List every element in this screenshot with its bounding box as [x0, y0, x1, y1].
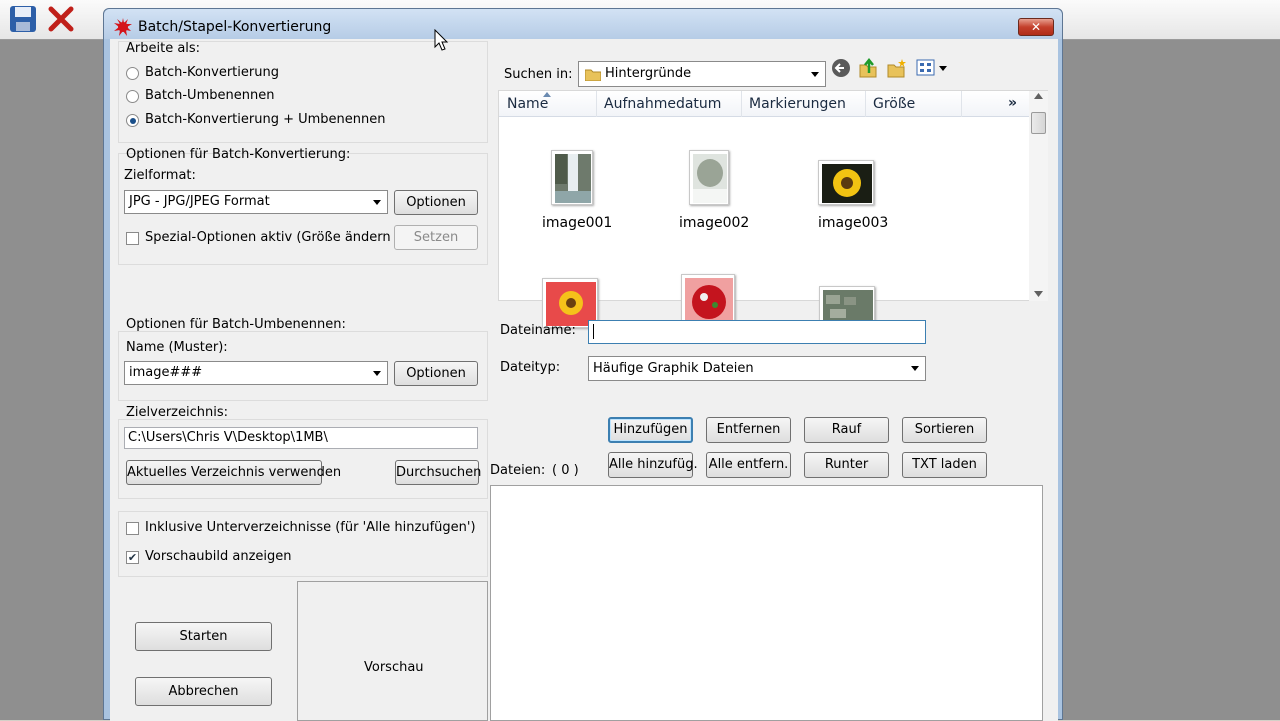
files-label: Dateien: — [490, 463, 546, 478]
chevron-down-icon — [911, 366, 919, 371]
column-header-row: Name Aufnahmedatum Markierungen Größe » — [499, 91, 1029, 117]
filename-label: Dateiname: — [500, 323, 576, 338]
remove-all-button[interactable]: Alle entfern. — [706, 452, 791, 478]
scroll-down-icon[interactable] — [1034, 291, 1043, 297]
column-tags[interactable]: Markierungen — [749, 96, 846, 112]
batch-conversion-dialog: Batch/Stapel-Konvertierung ✕ Arbeite als… — [103, 8, 1063, 721]
radio-batch-conversion[interactable] — [126, 67, 139, 80]
radio-batch-rename-label[interactable]: Batch-Umbenennen — [145, 88, 274, 103]
scroll-thumb[interactable] — [1031, 112, 1046, 134]
back-icon[interactable] — [831, 58, 851, 78]
file-name: image003 — [818, 215, 889, 231]
dialog-title: Batch/Stapel-Konvertierung — [138, 19, 332, 35]
file-name: image001 — [542, 215, 613, 231]
file-item[interactable]: image003 — [815, 147, 888, 231]
cancel-button[interactable]: Abbrechen — [135, 677, 272, 706]
column-capture-date[interactable]: Aufnahmedatum — [604, 96, 721, 112]
set-button[interactable]: Setzen — [394, 225, 478, 250]
file-item[interactable] — [677, 271, 745, 328]
add-all-button[interactable]: Alle hinzufüg. — [608, 452, 698, 478]
move-down-button[interactable]: Runter — [804, 452, 889, 478]
look-in-label: Suchen in: — [504, 67, 573, 82]
view-menu-icon[interactable] — [916, 58, 948, 78]
new-folder-icon[interactable] — [886, 57, 908, 79]
add-button[interactable]: Hinzufügen — [608, 417, 693, 443]
chevron-down-icon — [811, 72, 819, 77]
column-size[interactable]: Größe — [873, 96, 915, 112]
include-subdirectories-label[interactable]: Inklusive Unterverzeichnisse (für 'Alle … — [145, 520, 476, 535]
file-item[interactable]: image001 — [539, 147, 612, 231]
files-count: ( 0 ) — [552, 463, 579, 478]
radio-batch-rename[interactable] — [126, 90, 139, 103]
waterfall-thumbnail — [551, 150, 593, 205]
chevron-down-icon — [373, 200, 381, 205]
up-folder-icon[interactable] — [858, 57, 878, 79]
file-list-view[interactable]: Name Aufnahmedatum Markierungen Größe » … — [498, 90, 1048, 328]
close-button[interactable]: ✕ — [1018, 18, 1054, 36]
app-splash-icon — [114, 18, 132, 36]
background-app-area — [0, 40, 103, 720]
file-item[interactable] — [539, 275, 607, 328]
rename-options-button[interactable]: Optionen — [394, 361, 478, 386]
name-pattern-value: image### — [129, 365, 203, 380]
radio-conversion-and-rename-label[interactable]: Batch-Konvertierung + Umbenennen — [145, 112, 386, 127]
file-list-scrollbar[interactable] — [1029, 91, 1048, 301]
save-icon[interactable] — [8, 4, 38, 34]
filetype-select[interactable]: Häufige Graphik Dateien — [588, 356, 926, 381]
sunflower-thumbnail — [818, 160, 874, 205]
work-mode-label: Arbeite als: — [126, 41, 201, 56]
use-current-directory-button[interactable]: Aktuelles Verzeichnis verwenden — [126, 460, 341, 485]
load-txt-button[interactable]: TXT laden — [902, 452, 987, 478]
filetype-value: Häufige Graphik Dateien — [593, 361, 754, 376]
file-item[interactable]: image002 — [677, 147, 749, 231]
filename-input[interactable] — [588, 320, 926, 344]
filetype-label: Dateityp: — [500, 360, 561, 375]
target-format-select[interactable]: JPG - JPG/JPEG Format — [124, 190, 388, 214]
special-options-checkbox[interactable] — [126, 232, 139, 245]
radio-batch-conversion-label[interactable]: Batch-Konvertierung — [145, 65, 279, 80]
dialog-client-area: Arbeite als: Batch-Konvertierung Batch-U… — [110, 39, 1058, 721]
file-name: image002 — [679, 215, 750, 231]
preview-panel: Vorschau — [297, 581, 488, 721]
more-columns-icon[interactable]: » — [1008, 95, 1017, 111]
browse-button[interactable]: Durchsuchen — [395, 460, 481, 485]
chevron-down-icon — [373, 371, 381, 376]
look-in-value: Hintergründe — [605, 66, 692, 81]
snow-tree-thumbnail — [689, 150, 729, 205]
include-subdirectories-checkbox[interactable] — [126, 522, 139, 535]
conversion-options-label: Optionen für Batch-Konvertierung: — [126, 147, 351, 162]
mouse-cursor-icon — [434, 29, 449, 51]
format-options-button[interactable]: Optionen — [394, 190, 478, 215]
start-button[interactable]: Starten — [135, 622, 272, 651]
file-item[interactable] — [815, 283, 883, 328]
remove-button[interactable]: Entfernen — [706, 417, 791, 443]
target-directory-input[interactable]: C:\Users\Chris V\Desktop\1MB\ — [124, 427, 478, 449]
target-format-value: JPG - JPG/JPEG Format — [129, 194, 270, 209]
column-name[interactable]: Name — [507, 96, 548, 112]
delete-icon[interactable] — [46, 4, 76, 34]
scroll-up-icon[interactable] — [1034, 93, 1043, 99]
background-app-area-right — [1063, 40, 1280, 720]
target-format-label: Zielformat: — [124, 168, 196, 183]
folder-icon — [585, 69, 601, 81]
show-preview-label[interactable]: Vorschaubild anzeigen — [145, 549, 292, 564]
radio-conversion-and-rename[interactable] — [126, 114, 139, 127]
title-bar[interactable]: Batch/Stapel-Konvertierung ✕ — [104, 9, 1062, 39]
move-up-button[interactable]: Rauf — [804, 417, 889, 443]
show-preview-checkbox[interactable]: ✔ — [126, 551, 139, 564]
name-pattern-label: Name (Muster): — [126, 340, 228, 355]
sort-ascending-icon — [543, 92, 551, 97]
text-cursor — [593, 324, 594, 339]
selected-files-list[interactable] — [490, 485, 1043, 721]
name-pattern-select[interactable]: image### — [124, 361, 388, 385]
special-options-label[interactable]: Spezial-Optionen aktiv (Größe ändern etc… — [145, 230, 424, 245]
rename-options-label: Optionen für Batch-Umbenennen: — [126, 317, 346, 332]
sort-button[interactable]: Sortieren — [902, 417, 987, 443]
target-directory-label: Zielverzeichnis: — [126, 405, 228, 420]
preview-label: Vorschau — [364, 660, 424, 675]
look-in-select[interactable]: Hintergründe — [578, 61, 826, 87]
